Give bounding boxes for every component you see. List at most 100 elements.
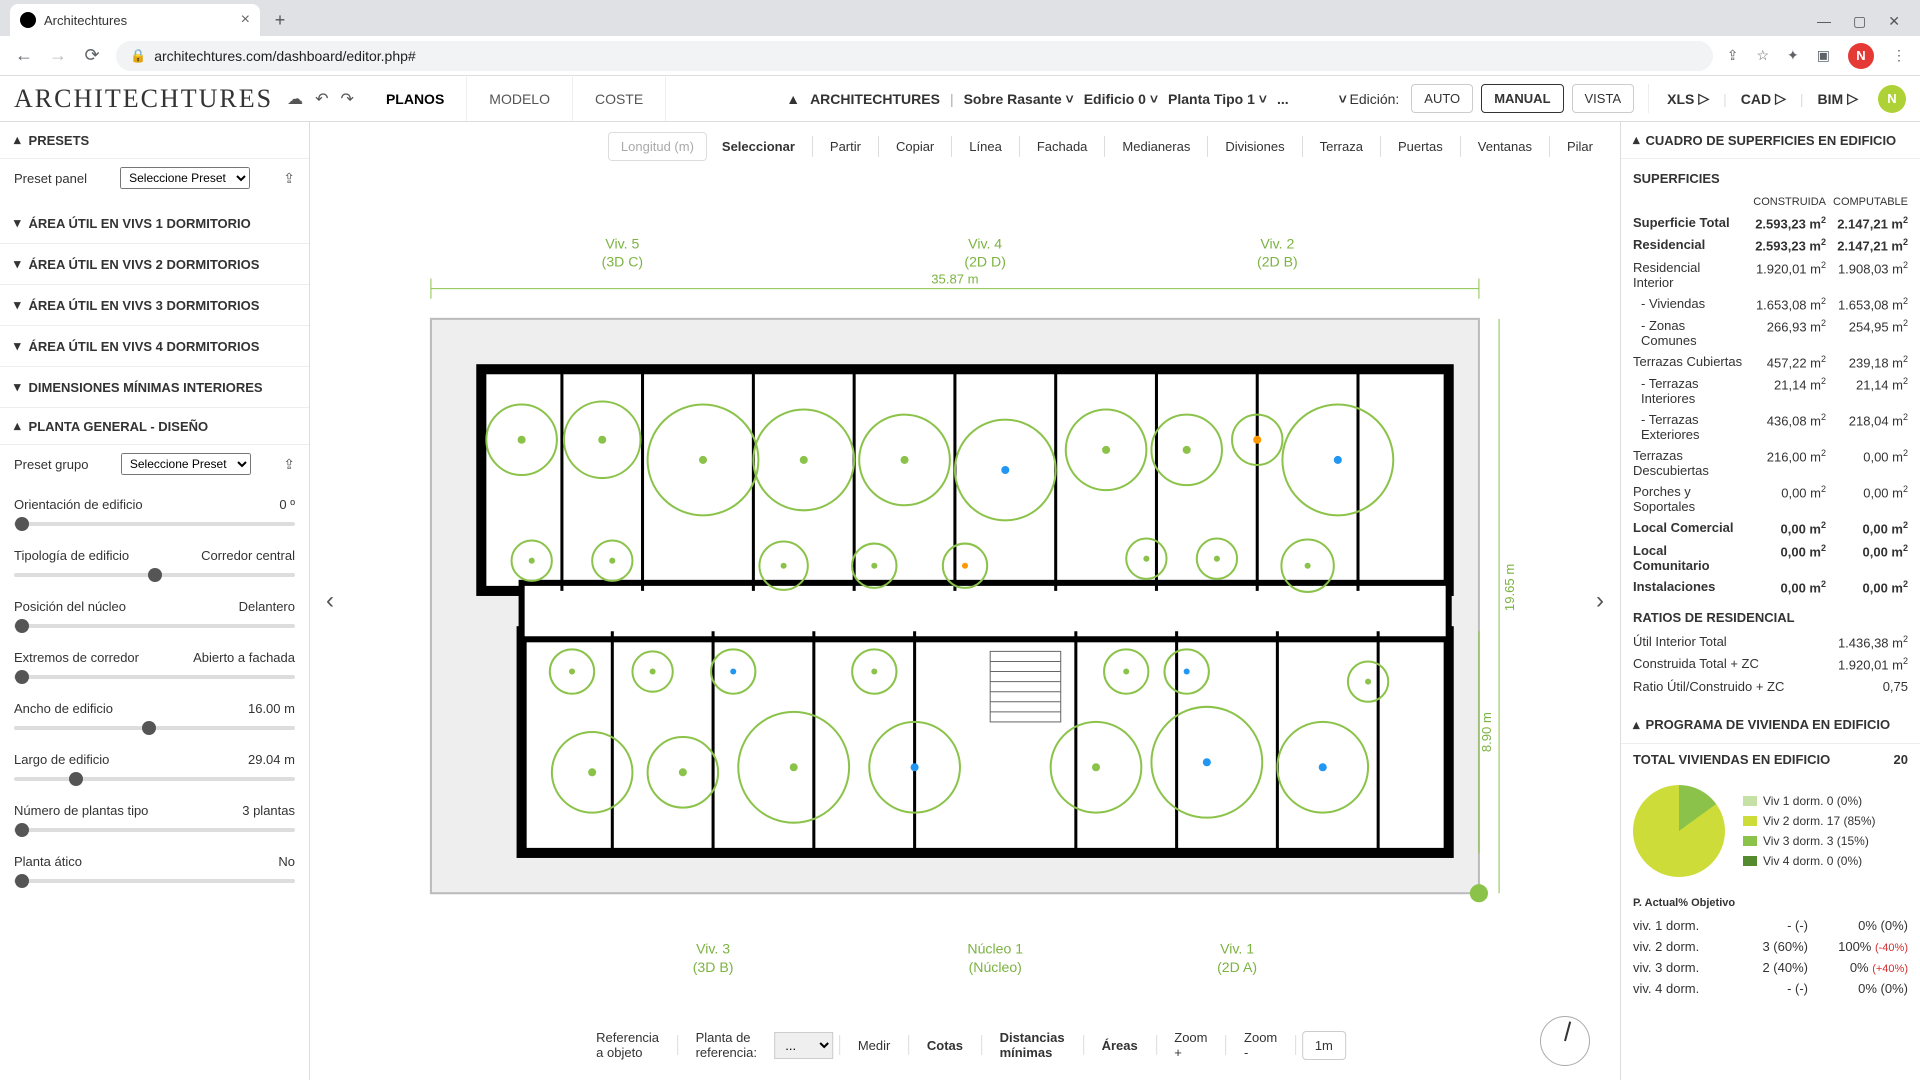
chevron-down-icon: ▾ (14, 297, 21, 313)
section-area-1bed[interactable]: ▾ÁREA ÚTIL EN VIVS 1 DORMITORIO (0, 203, 309, 244)
slider-nucleo[interactable]: Posición del núcleoDelantero (0, 591, 309, 642)
mode-auto[interactable]: AUTO (1411, 84, 1473, 113)
svg-text:Viv. 1: Viv. 1 (1220, 941, 1254, 957)
chevron-down-icon[interactable]: ˅ (1339, 91, 1347, 107)
canvas[interactable]: Longitud (m) Seleccionar Partir Copiar L… (310, 122, 1620, 1080)
tab-planos[interactable]: PLANOS (364, 77, 467, 121)
canvas-prev-icon[interactable]: ‹ (316, 577, 344, 625)
legend-item: Viv 3 dorm. 3 (15%) (1743, 834, 1876, 848)
legend-item: Viv 2 dorm. 17 (85%) (1743, 814, 1876, 828)
tab-coste[interactable]: COSTE (573, 77, 666, 121)
user-avatar[interactable]: N (1878, 85, 1906, 113)
new-tab-button[interactable]: + (266, 6, 294, 34)
slider-tipologia[interactable]: Tipología de edificioCorredor central (0, 540, 309, 591)
share-icon[interactable]: ⇪ (1727, 47, 1739, 64)
upload-icon[interactable]: ⇪ (283, 170, 295, 187)
floorplan-drawing[interactable]: Viv. 5 (3D C) Viv. 4 (2D D) Viv. 2 (2D B… (310, 122, 1620, 1080)
tool-puertas[interactable]: Puertas (1385, 132, 1456, 161)
mode-manual[interactable]: MANUAL (1481, 84, 1563, 113)
breadcrumb-root[interactable]: ARCHITECHTURES (810, 91, 940, 107)
redo-icon[interactable]: ↷ (341, 89, 354, 109)
superficies-title: SUPERFICIES (1621, 159, 1920, 192)
canvas-next-icon[interactable]: › (1586, 577, 1614, 625)
zoom-in-button[interactable]: Zoom + (1162, 1024, 1219, 1066)
section-area-2bed[interactable]: ▾ÁREA ÚTIL EN VIVS 2 DORMITORIOS (0, 244, 309, 285)
preset-grupo-select[interactable]: Seleccione Preset (121, 453, 251, 475)
breadcrumb-l4[interactable]: ... (1277, 91, 1289, 107)
slider-largo[interactable]: Largo de edificio29.04 m (0, 744, 309, 795)
chevron-up-icon: ▴ (14, 132, 21, 148)
extensions-icon[interactable]: ✦ (1787, 47, 1799, 64)
programa-panel-header[interactable]: ▴ PROGRAMA DE VIVIENDA EN EDIFICIO (1621, 707, 1920, 744)
tool-dist-min[interactable]: Distancias mínimas (988, 1024, 1077, 1066)
preset-panel-select[interactable]: Seleccione Preset (120, 167, 250, 189)
table-row: Residencial2.593,23 m22.147,21 m2 (1633, 234, 1908, 256)
tool-partir[interactable]: Partir (817, 132, 874, 161)
tool-areas[interactable]: Áreas (1090, 1032, 1150, 1059)
tool-copiar[interactable]: Copiar (883, 132, 947, 161)
tool-pilar[interactable]: Pilar (1554, 132, 1606, 161)
export-bim[interactable]: BIM ▷ (1814, 84, 1862, 113)
menu-icon[interactable]: ⋮ (1892, 47, 1906, 64)
tool-medianeras[interactable]: Medianeras (1109, 132, 1203, 161)
cloud-icon[interactable]: ☁ (287, 89, 303, 109)
maximize-icon[interactable]: ▢ (1853, 13, 1866, 30)
ratios-title: RATIOS DE RESIDENCIAL (1621, 598, 1920, 631)
superficies-panel-header[interactable]: ▴ CUADRO DE SUPERFICIES EN EDIFICIO (1621, 122, 1920, 159)
section-planta-general[interactable]: ▴PLANTA GENERAL - DISEÑO (0, 408, 309, 445)
zoom-out-button[interactable]: Zoom - (1232, 1024, 1289, 1066)
mode-vista[interactable]: VISTA (1572, 84, 1635, 113)
section-area-3bed[interactable]: ▾ÁREA ÚTIL EN VIVS 3 DORMITORIOS (0, 285, 309, 326)
breadcrumb-l3[interactable]: Planta Tipo 1 ˅ (1168, 91, 1267, 107)
forward-icon[interactable]: → (48, 45, 68, 66)
tool-longitud[interactable]: Longitud (m) (608, 132, 707, 161)
chevron-up-icon: ▴ (1633, 717, 1640, 733)
legend-item: Viv 1 dorm. 0 (0%) (1743, 794, 1876, 808)
breadcrumb-l1[interactable]: Sobre Rasante ˅ (964, 91, 1074, 107)
slider-orientacion[interactable]: Orientación de edificio0 º (0, 489, 309, 540)
export-cad[interactable]: CAD ▷ (1737, 84, 1790, 113)
reload-icon[interactable]: ⟳ (82, 45, 102, 66)
minimize-icon[interactable]: — (1817, 13, 1831, 30)
url-bar[interactable]: 🔒 architechtures.com/dashboard/editor.ph… (116, 41, 1713, 71)
tool-fachada[interactable]: Fachada (1024, 132, 1101, 161)
tab-close-icon[interactable]: × (241, 11, 250, 29)
svg-text:8.90 m: 8.90 m (1479, 712, 1494, 752)
app-logo: ARCHITECHTURES (0, 84, 287, 114)
tool-terraza[interactable]: Terraza (1307, 132, 1376, 161)
export-xls[interactable]: XLS ▷ (1663, 84, 1713, 113)
close-window-icon[interactable]: ✕ (1888, 13, 1900, 30)
slider-plantas[interactable]: Número de plantas tipo3 plantas (0, 795, 309, 846)
profile-avatar[interactable]: N (1848, 43, 1874, 69)
slider-atico[interactable]: Planta áticoNo (0, 846, 309, 897)
lock-icon: 🔒 (130, 48, 146, 64)
table-row: - Zonas Comunes266,93 m2254,95 m2 (1633, 315, 1908, 351)
slider-extremos[interactable]: Extremos de corredorAbierto a fachada (0, 642, 309, 693)
slider-ancho[interactable]: Ancho de edificio16.00 m (0, 693, 309, 744)
undo-icon[interactable]: ↶ (315, 89, 328, 109)
tool-divisiones[interactable]: Divisiones (1212, 132, 1297, 161)
table-row: Instalaciones0,00 m20,00 m2 (1633, 576, 1908, 598)
back-icon[interactable]: ← (14, 45, 34, 66)
upload-icon[interactable]: ⇪ (283, 456, 295, 473)
svg-text:(2D D): (2D D) (964, 253, 1006, 269)
tool-linea[interactable]: Línea (956, 132, 1015, 161)
presets-header[interactable]: ▴ PRESETS (0, 122, 309, 159)
panel-icon[interactable]: ▣ (1817, 47, 1830, 64)
programa-row: viv. 1 dorm.- (-)0% (0%) (1633, 915, 1908, 936)
breadcrumb-l2[interactable]: Edificio 0 ˅ (1084, 91, 1158, 107)
tool-seleccionar[interactable]: Seleccionar (709, 132, 808, 161)
tool-ventanas[interactable]: Ventanas (1465, 132, 1545, 161)
breadcrumb-up-icon[interactable]: ▲ (786, 91, 800, 107)
planta-ref-select[interactable]: ... (774, 1032, 833, 1059)
table-row: Terrazas Descubiertas216,00 m20,00 m2 (1633, 445, 1908, 481)
tab-modelo[interactable]: MODELO (467, 77, 573, 121)
section-area-4bed[interactable]: ▾ÁREA ÚTIL EN VIVS 4 DORMITORIOS (0, 326, 309, 367)
tool-ref-objeto[interactable]: Referencia a objeto (584, 1024, 671, 1066)
tool-cotas[interactable]: Cotas (915, 1032, 975, 1059)
section-min-dims[interactable]: ▾DIMENSIONES MÍNIMAS INTERIORES (0, 367, 309, 408)
canvas-toolbar-top: Longitud (m) Seleccionar Partir Copiar L… (608, 132, 1606, 161)
bookmark-icon[interactable]: ☆ (1756, 47, 1769, 64)
browser-tab[interactable]: Architechtures × (10, 4, 260, 36)
tool-medir[interactable]: Medir (846, 1032, 903, 1059)
